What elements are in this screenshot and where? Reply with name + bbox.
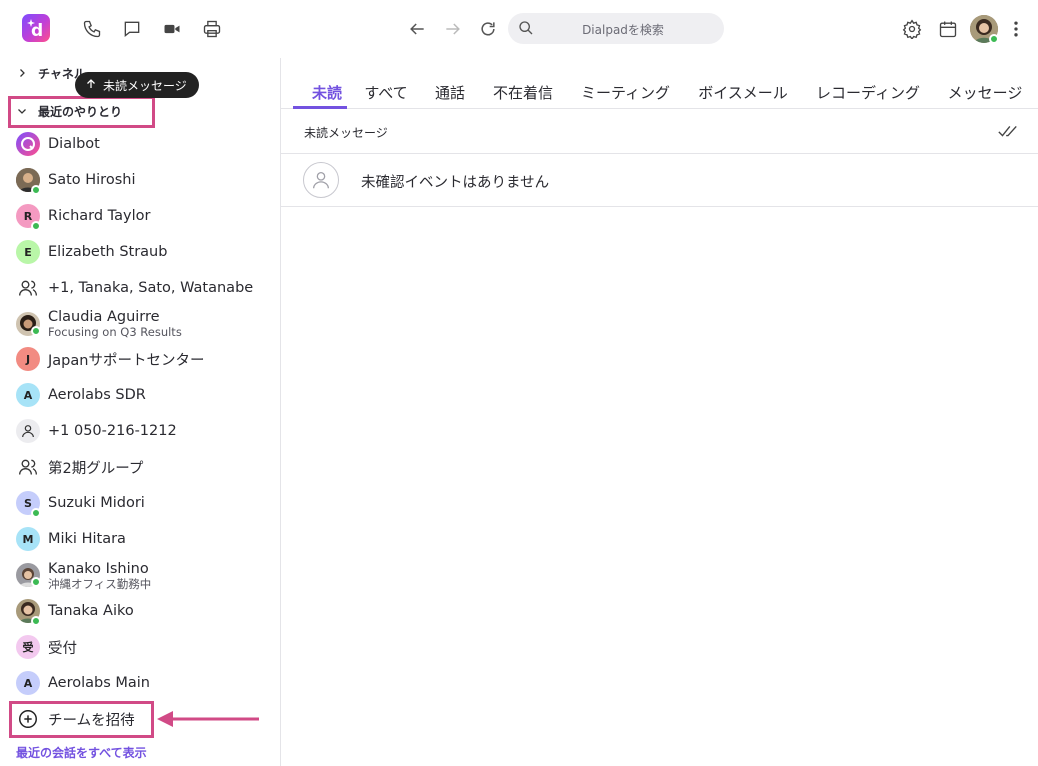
contact-name: Elizabeth Straub <box>48 244 168 260</box>
conversation-aerolabs-sdr[interactable]: A Aerolabs SDR <box>0 377 280 413</box>
refresh-icon[interactable] <box>476 17 500 41</box>
active-tab-indicator <box>293 106 347 109</box>
chevron-down-icon <box>16 105 38 117</box>
avatar: A <box>16 671 40 695</box>
contact-name: Aerolabs SDR <box>48 387 146 403</box>
contact-name: Richard Taylor <box>48 208 151 224</box>
conversation-sato-hiroshi[interactable]: Sato Hiroshi <box>0 162 280 198</box>
tab-messages[interactable]: メッセージ <box>945 82 1025 109</box>
tooltip-label: 未読メッセージ <box>103 78 187 93</box>
conversation-kanako-ishino[interactable]: Kanako Ishino 沖縄オフィス勤務中 <box>0 557 280 593</box>
more-vertical-icon[interactable] <box>1004 17 1028 41</box>
contact-name: 第2期グループ <box>48 460 144 477</box>
plus-circle-icon <box>16 707 40 731</box>
presence-indicator <box>31 616 41 626</box>
conversation-reception[interactable]: 受 受付 <box>0 629 280 665</box>
recent-label: 最近のやりとり <box>38 104 123 119</box>
conversation-aerolabs-main[interactable]: A Aerolabs Main <box>0 665 280 701</box>
conversation-claudia-aguirre[interactable]: Claudia Aguirre Focusing on Q3 Results <box>0 306 280 342</box>
conversation-group-tanaka[interactable]: +1, Tanaka, Sato, Watanabe <box>0 270 280 306</box>
video-icon[interactable] <box>160 17 184 41</box>
contact-name: Claudia Aguirre <box>48 309 160 325</box>
conversation-richard-taylor[interactable]: R Richard Taylor <box>0 198 280 234</box>
contact-name: 受付 <box>48 640 77 657</box>
invite-label: チームを招待 <box>48 712 135 729</box>
arrow-up-icon <box>85 78 97 93</box>
empty-message: 未確認イベントはありません <box>361 175 550 191</box>
tab-recordings[interactable]: レコーディング <box>812 82 924 109</box>
section-header: 未読メッセージ <box>281 110 1038 154</box>
section-title: 未読メッセージ <box>304 126 388 140</box>
status-message: 沖縄オフィス勤務中 <box>48 577 152 591</box>
presence-indicator <box>989 34 999 44</box>
unread-messages-tooltip[interactable]: 未読メッセージ <box>75 72 199 98</box>
contact-name: Aerolabs Main <box>48 675 150 691</box>
avatar: E <box>16 240 40 264</box>
chevron-right-icon <box>16 67 38 79</box>
conversation-phone-number[interactable]: +1 050-216-1212 <box>0 413 280 449</box>
presence-indicator <box>31 508 41 518</box>
search-placeholder: Dialpadを検索 <box>582 23 664 37</box>
person-icon <box>16 419 40 443</box>
conversation-dialbot[interactable]: Dialbot <box>0 126 280 162</box>
contact-name: Miki Hitara <box>48 531 126 547</box>
dialbot-icon <box>16 132 40 156</box>
conversation-tanaka-aiko[interactable]: Tanaka Aiko <box>0 593 280 629</box>
contact-name: Sato Hiroshi <box>48 172 136 188</box>
conversation-miki-hitara[interactable]: M Miki Hitara <box>0 521 280 557</box>
avatar: M <box>16 527 40 551</box>
tab-missed[interactable]: 不在着信 <box>491 82 555 109</box>
contact-name: Tanaka Aiko <box>48 603 134 619</box>
person-icon <box>303 162 339 198</box>
annotation-arrow <box>157 711 259 727</box>
dialpad-logo[interactable]: d <box>22 14 50 42</box>
search-input[interactable]: Dialpadを検索 <box>508 13 724 44</box>
status-message: Focusing on Q3 Results <box>48 325 182 339</box>
avatar: 受 <box>16 635 40 659</box>
contact-name: Dialbot <box>48 136 100 152</box>
group-icon <box>16 276 40 300</box>
group-icon <box>16 455 40 479</box>
contact-name: Japanサポートセンター <box>48 352 205 369</box>
avatar: J <box>16 347 40 371</box>
conversation-elizabeth-straub[interactable]: E Elizabeth Straub <box>0 234 280 270</box>
phone-icon[interactable] <box>80 17 104 41</box>
double-check-icon[interactable] <box>997 122 1019 144</box>
presence-indicator <box>31 221 41 231</box>
back-arrow-icon[interactable] <box>405 17 429 41</box>
avatar: A <box>16 383 40 407</box>
tab-voicemail[interactable]: ボイスメール <box>695 82 791 109</box>
tab-all[interactable]: すべて <box>361 82 411 109</box>
contact-name: +1, Tanaka, Sato, Watanabe <box>48 280 254 296</box>
conversation-group-2nd[interactable]: 第2期グループ <box>0 449 280 485</box>
empty-state-row: 未確認イベントはありません <box>281 154 1038 207</box>
print-icon[interactable] <box>200 17 224 41</box>
gear-icon[interactable] <box>900 17 924 41</box>
presence-indicator <box>31 185 41 195</box>
contact-name: Suzuki Midori <box>48 495 145 511</box>
message-icon[interactable] <box>120 17 144 41</box>
tab-meetings[interactable]: ミーティング <box>578 82 673 109</box>
contact-name: +1 050-216-1212 <box>48 423 177 439</box>
conversation-suzuki-midori[interactable]: S Suzuki Midori <box>0 485 280 521</box>
presence-indicator <box>31 326 41 336</box>
tab-calls[interactable]: 通話 <box>431 82 469 109</box>
contact-name: Kanako Ishino <box>48 561 149 577</box>
recent-section-toggle[interactable]: 最近のやりとり <box>16 100 122 122</box>
show-all-recent-link[interactable]: 最近の会話をすべて表示 <box>16 744 147 761</box>
calendar-icon[interactable] <box>936 17 960 41</box>
forward-arrow-icon[interactable] <box>441 17 465 41</box>
tab-bar: 未読 すべて 通話 不在着信 ミーティング ボイスメール レコーディング メッセ… <box>281 58 1038 109</box>
top-bar: d Dialpadを検索 <box>0 0 1038 58</box>
svg-text:d: d <box>31 21 43 41</box>
conversation-japan-support[interactable]: J Japanサポートセンター <box>0 341 280 377</box>
presence-indicator <box>31 577 41 587</box>
tab-unread[interactable]: 未読 <box>305 82 349 109</box>
